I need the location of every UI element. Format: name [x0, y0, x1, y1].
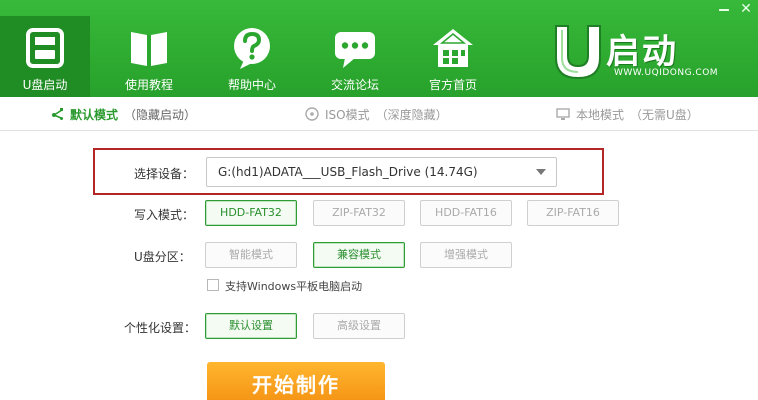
app-logo: 启动 WWW.UQIDONG.COM: [548, 22, 718, 84]
question-icon: [234, 28, 270, 69]
mode-hint: （无需U盘）: [630, 108, 699, 122]
write-mode-option-zip-fat32[interactable]: ZIP-FAT32: [313, 200, 405, 226]
chat-bubble-icon: [335, 32, 375, 68]
partition-option-compatible[interactable]: 兼容模式: [313, 242, 405, 268]
partition-label: U盘分区：: [134, 250, 191, 264]
tab-local-mode[interactable]: 本地模式 （无需U盘）: [556, 106, 699, 123]
windows-tablet-checkbox[interactable]: [207, 279, 219, 291]
mode-label: 本地模式: [576, 108, 625, 122]
device-label: 选择设备：: [134, 167, 195, 181]
mode-label: 默认模式: [70, 108, 119, 122]
nav-label: 使用教程: [124, 78, 173, 92]
tab-default-mode[interactable]: 默认模式 （隐藏启动）: [50, 106, 196, 123]
minimize-button[interactable]: [715, 2, 733, 16]
device-select-value: G:(hd1)ADATA___USB_Flash_Drive (14.74G): [218, 165, 478, 179]
nav-item-homepage[interactable]: 官方首页: [408, 16, 498, 97]
device-select[interactable]: G:(hd1)ADATA___USB_Flash_Drive (14.74G): [206, 157, 557, 187]
usb-icon: [52, 108, 63, 120]
mode-hint: （隐藏启动）: [124, 108, 197, 122]
personalize-option-advanced[interactable]: 高级设置: [313, 313, 405, 339]
chevron-down-icon: [536, 169, 546, 175]
nav-label: U盘启动: [22, 78, 68, 92]
logo-text: 启动: [606, 32, 678, 72]
tab-iso-mode[interactable]: ISO模式 （深度隐藏）: [305, 106, 448, 123]
nav-label: 官方首页: [428, 78, 477, 92]
book-icon: [131, 32, 167, 66]
personalize-option-default[interactable]: 默认设置: [205, 313, 297, 339]
nav-item-usb-boot[interactable]: U盘启动: [0, 16, 90, 97]
app-window: ✕ U盘启动 使用教程 帮助中心 交流论坛 官方首页 启动 WWW.UQIDON…: [0, 0, 758, 400]
header-bar: ✕ U盘启动 使用教程 帮助中心 交流论坛 官方首页 启动 WWW.UQIDON…: [0, 0, 758, 97]
personalize-label: 个性化设置：: [124, 321, 197, 335]
monitor-icon: [556, 108, 570, 120]
nav-item-forum[interactable]: 交流论坛: [310, 16, 400, 97]
write-mode-option-hdd-fat16[interactable]: HDD-FAT16: [420, 200, 512, 226]
disc-icon: [305, 107, 319, 121]
logo-url: WWW.UQIDONG.COM: [614, 68, 719, 78]
windows-tablet-label: 支持Windows平板电脑启动: [225, 280, 363, 293]
nav-item-help[interactable]: 帮助中心: [207, 16, 297, 97]
mode-tabs: 默认模式 （隐藏启动） ISO模式 （深度隐藏） 本地模式 （无需U盘）: [0, 97, 758, 131]
logo-u-icon: [555, 25, 601, 80]
usb-drive-icon: [26, 28, 64, 68]
mode-hint: （深度隐藏）: [375, 108, 448, 122]
write-mode-label: 写入模式：: [134, 208, 195, 222]
write-mode-option-hdd-fat32[interactable]: HDD-FAT32: [205, 200, 297, 226]
partition-option-smart[interactable]: 智能模式: [205, 242, 297, 268]
mode-label: ISO模式: [325, 108, 370, 122]
partition-option-enhanced[interactable]: 增强模式: [420, 242, 512, 268]
close-button[interactable]: ✕: [737, 2, 755, 16]
nav-label: 交流论坛: [330, 78, 379, 92]
write-mode-option-zip-fat16[interactable]: ZIP-FAT16: [527, 200, 619, 226]
home-icon: [433, 29, 473, 67]
start-button[interactable]: 开始制作: [207, 362, 385, 400]
nav-item-tutorial[interactable]: 使用教程: [104, 16, 194, 97]
nav-label: 帮助中心: [227, 78, 276, 92]
